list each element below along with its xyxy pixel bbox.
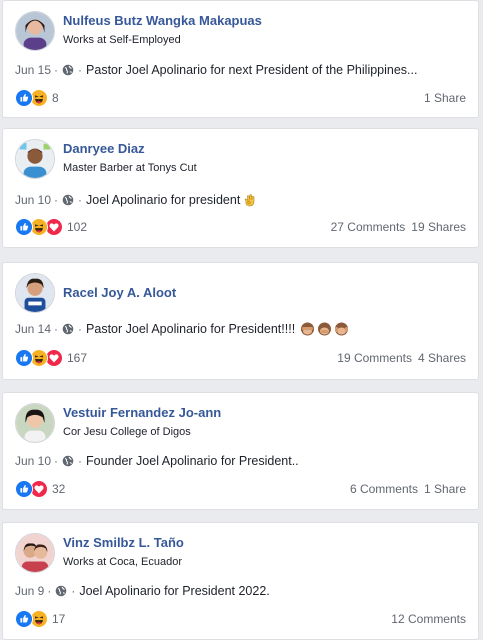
separator: · [47, 584, 52, 598]
post-text: Joel Apolinario for president [86, 193, 241, 207]
separator: · [78, 63, 83, 77]
like-reaction-icon [15, 349, 33, 367]
separator: · [78, 193, 83, 207]
author-name[interactable]: Nulfeus Butz Wangka Makapuas [63, 13, 262, 28]
avatar[interactable] [15, 11, 55, 51]
reaction-summary[interactable]: 102 [15, 218, 87, 236]
like-reaction-icon [15, 480, 33, 498]
separator: · [54, 193, 59, 207]
ok-hand-emoji-icon [244, 194, 255, 207]
post-text: Founder Joel Apolinario for President.. [86, 454, 299, 468]
post-meta: Jun 14 · · Pastor Joel Apolinario for Pr… [15, 322, 349, 336]
separator: · [78, 454, 83, 468]
reaction-count: 167 [67, 351, 88, 365]
post-footer: 32 6 Comments 1 Share [15, 478, 466, 500]
globe-icon [62, 194, 74, 206]
separator: · [54, 454, 59, 468]
shares-link[interactable]: 1 Share [424, 482, 466, 496]
comments-link[interactable]: 6 Comments [350, 482, 418, 496]
separator: · [54, 63, 59, 77]
engagement-stats: 1 Share [424, 91, 466, 105]
reaction-count: 17 [52, 612, 66, 626]
reaction-count: 32 [52, 482, 66, 496]
author-subtitle: Master Barber at Tonys Cut [63, 162, 197, 174]
avatar[interactable] [15, 533, 55, 573]
post-footer: 17 12 Comments [15, 608, 466, 630]
post-text: Pastor Joel Apolinario for President!!!! [86, 322, 296, 336]
engagement-stats: 19 Comments 4 Shares [337, 351, 466, 365]
comments-link[interactable]: 19 Comments [337, 351, 412, 365]
post-date[interactable]: Jun 10 [15, 454, 51, 468]
post-date[interactable]: Jun 10 [15, 193, 51, 207]
globe-icon [62, 64, 74, 76]
post-meta: Jun 10 · · Founder Joel Apolinario for P… [15, 454, 299, 468]
separator: · [78, 322, 83, 336]
author-name[interactable]: Racel Joy A. Aloot [63, 285, 176, 300]
author-name[interactable]: Danryee Diaz [63, 141, 145, 156]
author-name[interactable]: Vestuir Fernandez Jo-ann [63, 405, 221, 420]
avatar[interactable] [15, 273, 55, 313]
like-reaction-icon [15, 89, 33, 107]
reaction-count: 102 [67, 220, 88, 234]
avatar[interactable] [15, 403, 55, 443]
post-card: Nulfeus Butz Wangka Makapuas Works at Se… [2, 0, 479, 118]
post-footer: 167 19 Comments 4 Shares [15, 347, 466, 369]
post-meta: Jun 9 · · Joel Apolinario for President … [15, 584, 270, 598]
see-no-evil-monkey-emoji-icon [300, 322, 349, 336]
globe-icon [62, 455, 74, 467]
shares-link[interactable]: 19 Shares [411, 220, 466, 234]
comments-link[interactable]: 12 Comments [391, 612, 466, 626]
post-meta: Jun 10 · · Joel Apolinario for president [15, 193, 256, 207]
reaction-count: 8 [52, 91, 59, 105]
separator: · [71, 584, 76, 598]
post-meta: Jun 15 · · Pastor Joel Apolinario for ne… [15, 63, 417, 77]
post-footer: 102 27 Comments 19 Shares [15, 216, 466, 238]
post-card: Danryee Diaz Master Barber at Tonys Cut … [2, 128, 479, 248]
like-reaction-icon [15, 218, 33, 236]
post-date[interactable]: Jun 9 [15, 584, 44, 598]
reaction-summary[interactable]: 17 [15, 610, 65, 628]
post-footer: 8 1 Share [15, 87, 466, 109]
post-date[interactable]: Jun 15 [15, 63, 51, 77]
globe-icon [56, 585, 67, 597]
post-card: Racel Joy A. Aloot Jun 14 · · Pastor Joe… [2, 262, 479, 380]
comments-link[interactable]: 27 Comments [331, 220, 406, 234]
author-subtitle: Works at Coca, Ecuador [63, 556, 183, 568]
globe-icon [62, 323, 74, 335]
engagement-stats: 27 Comments 19 Shares [331, 220, 466, 234]
author-subtitle: Works at Self-Employed [63, 34, 181, 46]
avatar[interactable] [15, 139, 55, 179]
author-name[interactable]: Vinz Smilbz L. Taño [63, 535, 184, 550]
post-card: Vestuir Fernandez Jo-ann Cor Jesu Colleg… [2, 392, 479, 510]
reaction-summary[interactable]: 8 [15, 89, 59, 107]
like-reaction-icon [15, 610, 33, 628]
post-text: Pastor Joel Apolinario for next Presiden… [86, 63, 418, 77]
engagement-stats: 12 Comments [391, 612, 466, 626]
author-subtitle: Cor Jesu College of Digos [63, 426, 191, 438]
post-date[interactable]: Jun 14 [15, 322, 51, 336]
reaction-summary[interactable]: 32 [15, 480, 65, 498]
post-text: Joel Apolinario for President 2022. [79, 584, 270, 598]
shares-link[interactable]: 1 Share [424, 91, 466, 105]
separator: · [54, 322, 59, 336]
engagement-stats: 6 Comments 1 Share [350, 482, 466, 496]
reaction-summary[interactable]: 167 [15, 349, 87, 367]
post-card: Vinz Smilbz L. Taño Works at Coca, Ecuad… [2, 522, 479, 640]
shares-link[interactable]: 4 Shares [418, 351, 466, 365]
